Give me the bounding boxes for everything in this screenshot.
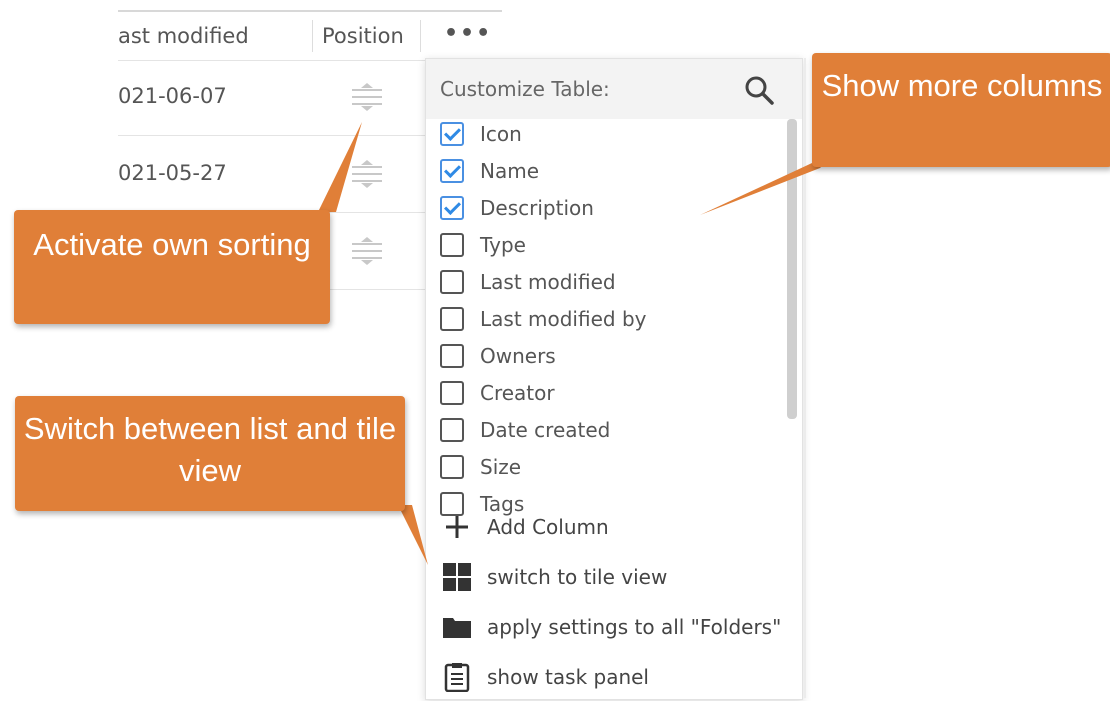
- callout-switch-view: Switch between list and tile view: [15, 396, 405, 511]
- sorting-pointer: [318, 122, 362, 212]
- callout-activate-sorting: Activate own sorting: [14, 210, 330, 324]
- callout-show-more-columns: Show more columns: [812, 53, 1110, 167]
- view-pointer: [398, 505, 428, 565]
